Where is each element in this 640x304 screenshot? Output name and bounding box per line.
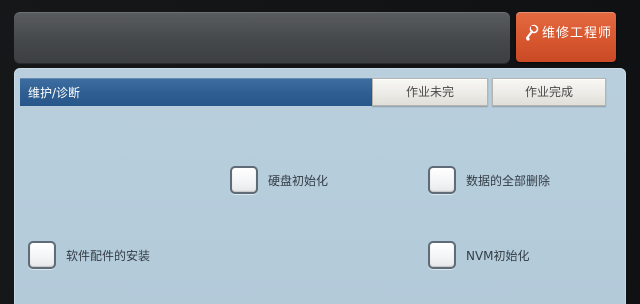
nvm-init-checkbox[interactable] <box>428 241 456 269</box>
hdd-init-checkbox[interactable] <box>230 166 258 194</box>
hdd-init-label: 硬盘初始化 <box>268 174 329 188</box>
job-unfinished-button[interactable]: 作业未完 <box>372 78 488 106</box>
wrench-icon <box>525 24 539 41</box>
screen: 维修工程师 维护/诊断 作业未完 作业完成 硬盘初始化 数据的全部删除 软件配件… <box>0 0 640 304</box>
panel-title: 维护/诊断 <box>28 86 81 100</box>
panel-header: 维护/诊断 <box>20 78 376 106</box>
service-engineer-button[interactable]: 维修工程师 <box>516 12 616 62</box>
delete-all-data-checkbox[interactable] <box>428 166 456 194</box>
delete-all-data-label: 数据的全部删除 <box>466 174 551 188</box>
maintenance-panel: 维护/诊断 作业未完 作业完成 硬盘初始化 数据的全部删除 软件配件的安装 NV… <box>14 68 626 304</box>
software-install-checkbox[interactable] <box>28 241 56 269</box>
nvm-init-label: NVM初始化 <box>466 249 530 263</box>
service-engineer-label: 维修工程师 <box>542 26 613 41</box>
job-finished-button[interactable]: 作业完成 <box>492 78 606 106</box>
software-install-label: 软件配件的安装 <box>66 249 151 263</box>
message-bar <box>14 12 510 64</box>
